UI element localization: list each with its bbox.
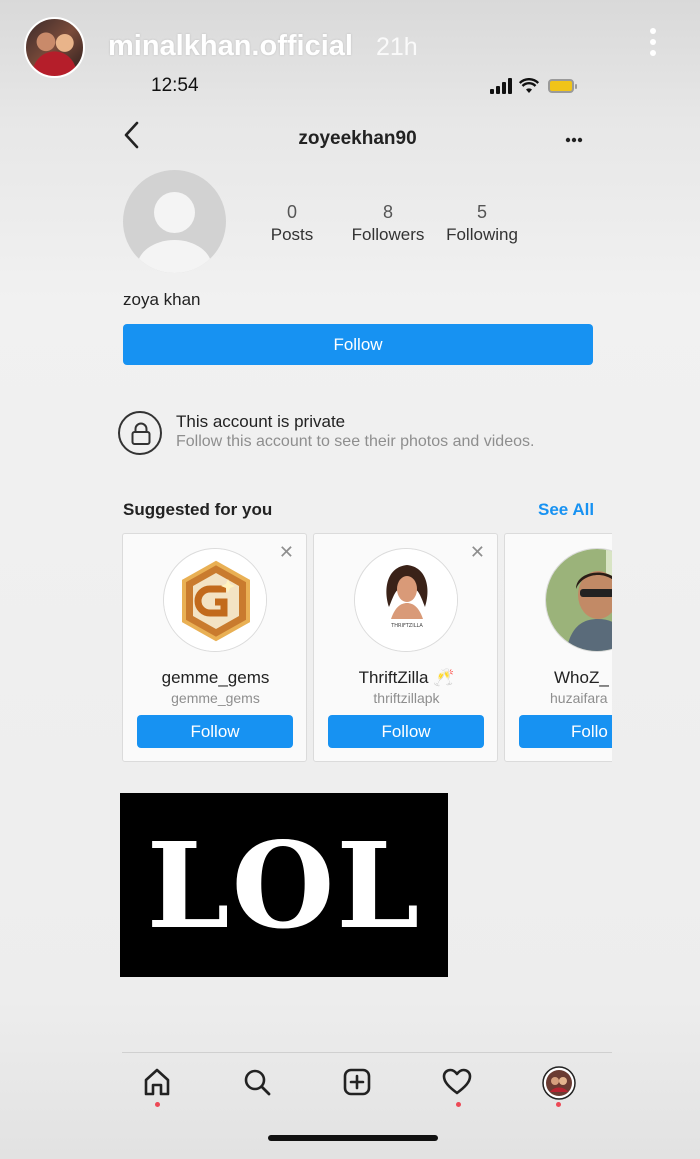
private-account-title: This account is private	[176, 412, 346, 431]
suggestion-card[interactable]: ✕ gemme_gems gemme_gems Follow	[122, 533, 307, 762]
svg-text:THRIFTZILLA: THRIFTZILLA	[390, 623, 423, 629]
followers-count: 8	[382, 202, 393, 222]
person-photo-icon	[546, 549, 612, 651]
suggestion-follow-button[interactable]: Follo	[519, 715, 612, 748]
search-icon[interactable]	[241, 1066, 275, 1100]
dismiss-icon[interactable]: ✕	[470, 542, 485, 563]
more-options-icon[interactable]	[565, 126, 583, 149]
heart-icon[interactable]	[441, 1066, 475, 1100]
story-timestamp: 21h	[376, 33, 418, 61]
suggestion-card[interactable]: WhoZ_ huzaifara Follo	[504, 533, 612, 762]
story-username[interactable]: minalkhan.official	[108, 30, 353, 63]
suggestion-follow-button[interactable]: Follow	[137, 715, 293, 748]
suggestion-username: thriftzillapk	[373, 690, 440, 706]
gem-logo-icon	[164, 549, 266, 651]
bottom-divider	[122, 1052, 612, 1053]
suggestion-name[interactable]: ThriftZilla 🥂	[314, 668, 499, 688]
story-header: minalkhan.official 21h	[0, 0, 700, 100]
home-indicator[interactable]	[268, 1135, 438, 1141]
posts-label: Posts	[270, 225, 314, 244]
suggested-carousel[interactable]: ✕ gemme_gems gemme_gems Follow ✕ THRIFTZ…	[122, 533, 612, 763]
profile-picture[interactable]	[123, 170, 226, 273]
suggestion-name[interactable]: WhoZ_	[505, 668, 612, 688]
profile-handle: zoyeekhan90	[298, 128, 417, 149]
whoz-avatar[interactable]	[545, 548, 612, 652]
more-options-icon[interactable]	[646, 28, 660, 62]
profile-full-name: zoya khan	[123, 290, 201, 309]
profile-avatar-icon[interactable]	[542, 1066, 576, 1100]
following-label: Following	[446, 225, 518, 244]
suggestion-follow-button[interactable]: Follow	[328, 715, 484, 748]
following-count: 5	[476, 202, 487, 222]
suggestion-name[interactable]: gemme_gems	[123, 668, 308, 688]
suggestion-name-text: ThriftZilla	[358, 668, 429, 687]
suggestion-card[interactable]: ✕ THRIFTZILLA ThriftZilla 🥂 thriftzillap…	[313, 533, 498, 762]
lock-icon	[118, 411, 162, 455]
battery-icon	[548, 79, 577, 93]
see-all-link[interactable]: See All	[538, 500, 594, 520]
new-post-icon[interactable]	[341, 1066, 375, 1100]
sparkle-emoji-icon: 🥂	[433, 668, 455, 687]
followers-label: Followers	[351, 225, 425, 244]
private-account-subtitle: Follow this account to see their photos …	[176, 433, 535, 450]
status-time: 12:54	[151, 75, 199, 96]
activity-notification-dot	[456, 1102, 461, 1107]
suggestion-username: gemme_gems	[171, 690, 260, 706]
wifi-icon	[518, 78, 540, 96]
suggested-heading: Suggested for you	[123, 500, 273, 519]
posts-count: 0	[286, 202, 297, 222]
dismiss-icon[interactable]: ✕	[279, 542, 294, 563]
gemme-gems-avatar[interactable]	[163, 548, 267, 652]
lol-sticker[interactable]: LOL	[120, 793, 448, 977]
lol-text: LOL	[146, 816, 422, 955]
status-icons	[490, 78, 590, 98]
story-avatar[interactable]	[24, 17, 85, 78]
thriftzilla-avatar[interactable]: THRIFTZILLA	[354, 548, 458, 652]
thriftzilla-logo-icon: THRIFTZILLA	[355, 549, 457, 651]
following-stat[interactable]: 5 Following	[441, 202, 523, 245]
followers-stat[interactable]: 8 Followers	[347, 202, 429, 245]
posts-stat[interactable]: 0 Posts	[262, 202, 322, 245]
signal-icon	[490, 78, 514, 94]
home-icon[interactable]	[141, 1066, 175, 1100]
follow-button[interactable]: Follow	[123, 324, 593, 365]
home-notification-dot	[155, 1102, 160, 1107]
profile-notification-dot	[556, 1102, 561, 1107]
suggestion-username: huzaifara	[550, 690, 608, 706]
